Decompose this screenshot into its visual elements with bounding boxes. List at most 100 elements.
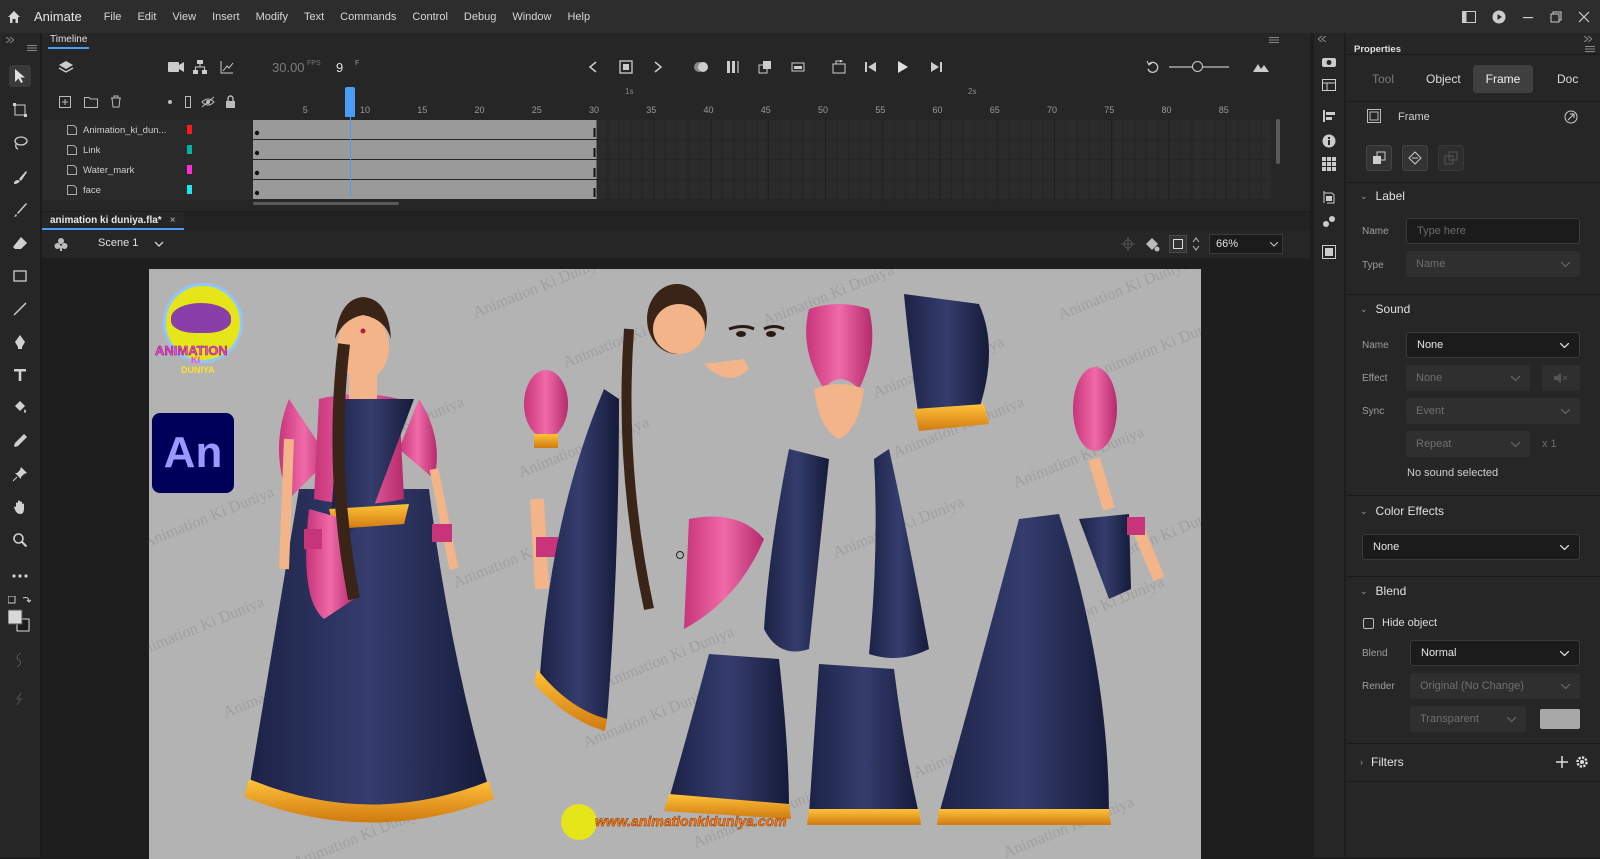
highlight-dot-icon[interactable] — [168, 100, 172, 104]
next-keyframe-icon[interactable] — [653, 61, 663, 73]
center-stage-button[interactable] — [1169, 235, 1187, 253]
filters-section-header[interactable]: › Filters — [1360, 755, 1404, 769]
menu-commands[interactable]: Commands — [332, 11, 404, 23]
prev-keyframe-icon[interactable] — [588, 61, 598, 73]
components-icon[interactable] — [1322, 190, 1336, 204]
layers-icon[interactable] — [58, 59, 74, 75]
menu-insert[interactable]: Insert — [204, 11, 248, 23]
tab-doc[interactable]: Doc — [1557, 72, 1578, 86]
tab-frame[interactable]: Frame — [1473, 65, 1533, 93]
sound-effect-select[interactable]: None — [1406, 365, 1530, 391]
hand-tool[interactable] — [9, 496, 31, 518]
close-tab-icon[interactable]: × — [170, 215, 176, 226]
collapse-icon[interactable] — [6, 37, 14, 43]
sound-name-select[interactable]: None — [1406, 332, 1580, 358]
menu-control[interactable]: Control — [404, 11, 455, 23]
layer-name[interactable]: Water_mark — [83, 165, 134, 176]
pin-tool[interactable] — [9, 463, 31, 485]
layer-color-swatch[interactable] — [187, 125, 192, 134]
color-effects-section-header[interactable]: ⌄ Color Effects — [1360, 504, 1444, 518]
edit-multiple-frames-icon[interactable] — [726, 60, 740, 74]
frames-grid[interactable] — [253, 119, 1273, 201]
new-layer-icon[interactable] — [59, 96, 71, 108]
eyedropper-tool[interactable] — [9, 430, 31, 452]
play-icon[interactable] — [897, 60, 909, 74]
menu-text[interactable]: Text — [296, 11, 332, 23]
layer-row-2[interactable]: Water_mark — [42, 160, 252, 180]
color-effect-select[interactable]: None — [1362, 534, 1580, 560]
collapse-icon[interactable] — [1318, 36, 1326, 42]
menu-view[interactable]: View — [164, 11, 204, 23]
sound-sync-select[interactable]: Event — [1406, 398, 1580, 424]
timeline-hscroll[interactable] — [253, 202, 399, 205]
swatches-icon[interactable] — [1322, 157, 1336, 171]
camera-icon[interactable] — [168, 61, 184, 73]
document-tab[interactable]: animation ki duniya.fla* × — [42, 212, 184, 230]
menu-modify[interactable]: Modify — [248, 11, 296, 23]
new-folder-icon[interactable] — [84, 96, 98, 108]
blend-select[interactable]: Normal — [1410, 640, 1580, 666]
fit-timeline-icon[interactable] — [1252, 60, 1270, 74]
scene-name[interactable]: Scene 1 — [98, 237, 138, 249]
eraser-tool[interactable] — [9, 232, 31, 254]
scene-dropdown-icon[interactable] — [154, 241, 164, 247]
layer-row-3[interactable]: face — [42, 180, 252, 200]
fps-value[interactable]: 30.00 — [272, 60, 305, 75]
sound-repeat-count[interactable]: x 1 — [1542, 438, 1557, 450]
text-tool[interactable] — [9, 364, 31, 386]
step-back-icon[interactable] — [864, 61, 878, 73]
info-icon[interactable] — [1322, 134, 1336, 148]
timeline-tab[interactable]: Timeline — [48, 34, 90, 49]
paint-brush-tool[interactable] — [9, 199, 31, 221]
motion-presets-icon[interactable] — [1322, 214, 1336, 228]
shape-tween-icon[interactable] — [791, 60, 805, 74]
code-snippets-icon[interactable] — [1322, 245, 1336, 259]
stage-canvas[interactable]: Animation Ki Duniya Animation Ki Duniya … — [149, 269, 1201, 859]
render-background-select[interactable]: Transparent — [1410, 706, 1526, 732]
loop-icon[interactable] — [832, 60, 846, 74]
add-filter-icon[interactable] — [1556, 756, 1568, 768]
zoom-stepper-icon[interactable] — [1192, 236, 1200, 252]
current-frame-value[interactable]: 9 — [336, 60, 343, 75]
layer-name[interactable]: Link — [83, 145, 100, 156]
label-type-select[interactable]: Name — [1406, 251, 1580, 277]
edit-sound-envelope-button[interactable] — [1542, 365, 1580, 391]
tab-tool[interactable]: Tool — [1372, 72, 1394, 86]
playhead-handle[interactable] — [345, 87, 356, 117]
gear-icon[interactable] — [1575, 755, 1589, 769]
layer-row-1[interactable]: Link — [42, 140, 252, 160]
clip-icon[interactable] — [1144, 236, 1160, 252]
hide-object-checkbox[interactable] — [1363, 618, 1374, 629]
lasso-tool[interactable] — [9, 132, 31, 154]
reset-zoom-icon[interactable] — [1146, 60, 1160, 74]
menu-debug[interactable]: Debug — [456, 11, 504, 23]
snap-icon[interactable] — [1121, 237, 1135, 251]
go-to-icon[interactable] — [1564, 110, 1578, 124]
timeline-vscroll[interactable] — [1276, 119, 1280, 164]
layer-color-swatch[interactable] — [187, 145, 192, 154]
label-section-header[interactable]: ⌄ Label — [1360, 189, 1405, 203]
menu-edit[interactable]: Edit — [129, 11, 164, 23]
lock-icon[interactable] — [225, 95, 236, 108]
collapse-icon[interactable] — [1584, 36, 1592, 42]
paint-bucket-tool[interactable] — [9, 397, 31, 419]
properties-menu-icon[interactable] — [1585, 46, 1595, 52]
layer-color-swatch[interactable] — [187, 185, 192, 194]
layer-name[interactable]: face — [83, 185, 101, 196]
stroke-fill-swatches[interactable] — [8, 596, 34, 632]
menu-file[interactable]: File — [96, 11, 130, 23]
graph-icon[interactable] — [220, 60, 234, 74]
workspace-layout-icon[interactable] — [1462, 10, 1476, 23]
label-name-input[interactable]: Type here — [1406, 218, 1580, 244]
free-transform-tool[interactable] — [9, 99, 31, 121]
edit-symbols-icon[interactable] — [54, 237, 68, 251]
tween-icon[interactable] — [758, 60, 772, 74]
layer-color-swatch[interactable] — [187, 165, 192, 174]
sound-section-header[interactable]: ⌄ Sound — [1360, 302, 1410, 316]
timeline-menu-icon[interactable] — [1269, 37, 1279, 43]
chevron-down-icon[interactable] — [1270, 241, 1278, 247]
delete-layer-icon[interactable] — [110, 95, 122, 108]
close-icon[interactable] — [1578, 11, 1590, 23]
break-apart-button[interactable] — [1438, 145, 1464, 171]
panel-menu-icon[interactable] — [27, 45, 37, 51]
